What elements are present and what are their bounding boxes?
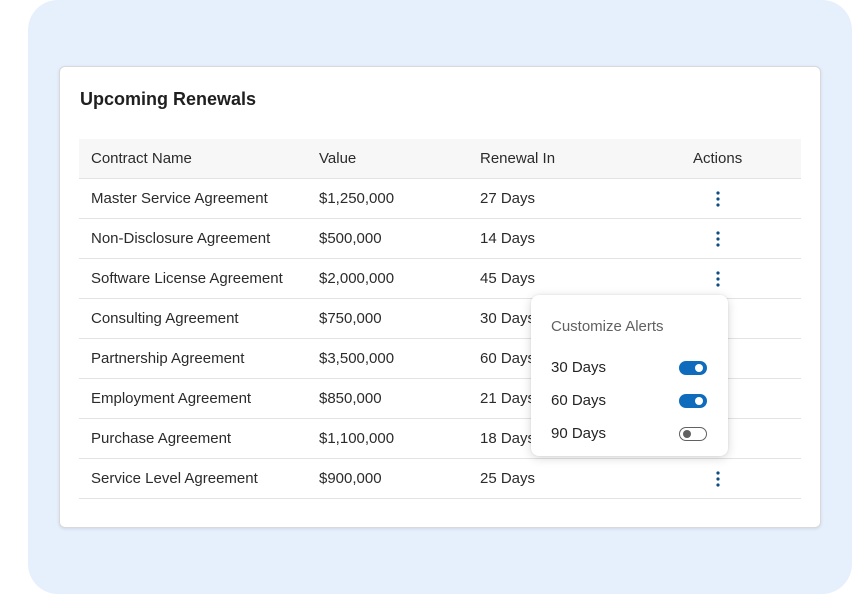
table-row: Software License Agreement $2,000,000 45 D…: [79, 259, 801, 299]
more-vertical-icon: [716, 190, 720, 207]
contract-name-cell: Purchase Agreement: [91, 430, 232, 447]
more-actions-button[interactable]: [706, 219, 730, 258]
more-actions-button[interactable]: [706, 179, 730, 218]
renewal-in-cell: 27 Days: [480, 190, 536, 207]
alert-toggle-30-days[interactable]: [679, 361, 707, 375]
renewal-in-cell: 14 Days: [480, 230, 536, 247]
contract-name-cell: Software License Agreement: [91, 270, 283, 287]
renewal-in-cell: 21 Days: [480, 390, 536, 407]
toggle-knob: [695, 397, 703, 405]
popover-title: Customize Alerts: [551, 318, 664, 335]
contract-name-cell: Service Level Agreement: [91, 470, 258, 487]
alert-option-label: 90 Days: [551, 425, 607, 442]
contract-value-cell: $900,000: [319, 470, 382, 487]
contract-name-cell: Non-Disclosure Agreement: [91, 230, 271, 247]
alert-option-30-days: 30 Days: [551, 357, 709, 379]
contract-name-cell: Master Service Agreement: [91, 190, 268, 207]
contract-value-cell: $1,100,000: [319, 430, 395, 447]
table-row: Master Service Agreement $1,250,000 27 Day…: [79, 179, 801, 219]
column-header-renewal-in: Renewal In: [480, 150, 556, 167]
alert-option-label: 30 Days: [551, 359, 607, 376]
customize-alerts-popover: Customize Alerts 30 Days 60 Days 90 Days: [531, 295, 728, 456]
contract-name-cell: Employment Agreement: [91, 390, 252, 407]
more-vertical-icon: [716, 470, 720, 487]
alert-toggle-90-days[interactable]: [679, 427, 707, 441]
table-row: Service Level Agreement $900,000 25 Days: [79, 459, 801, 499]
table-header: Contract Name Value Renewal In Actions: [79, 139, 801, 179]
column-header-value: Value: [319, 150, 357, 167]
renewal-in-cell: 45 Days: [480, 270, 536, 287]
card-title: Upcoming Renewals: [80, 89, 257, 109]
contract-value-cell: $3,500,000: [319, 350, 395, 367]
column-header-contract-name: Contract Name: [91, 150, 192, 167]
alert-option-60-days: 60 Days: [551, 390, 709, 412]
contract-value-cell: $1,250,000: [319, 190, 395, 207]
renewal-in-cell: 18 Days: [480, 430, 536, 447]
more-actions-button[interactable]: [706, 259, 730, 298]
renewal-in-cell: 60 Days: [480, 350, 536, 367]
table-row: Non-Disclosure Agreement $500,000 14 Days: [79, 219, 801, 259]
renewal-in-cell: 30 Days: [480, 310, 536, 327]
contract-name-cell: Consulting Agreement: [91, 310, 239, 327]
alert-option-label: 60 Days: [551, 392, 607, 409]
contract-value-cell: $850,000: [319, 390, 382, 407]
more-vertical-icon: [716, 270, 720, 287]
alert-toggle-60-days[interactable]: [679, 394, 707, 408]
contract-value-cell: $2,000,000: [319, 270, 395, 287]
toggle-knob: [695, 364, 703, 372]
more-actions-button[interactable]: [706, 459, 730, 498]
toggle-knob: [683, 430, 691, 438]
contract-value-cell: $500,000: [319, 230, 382, 247]
more-vertical-icon: [716, 230, 720, 247]
renewal-in-cell: 25 Days: [480, 470, 536, 487]
column-header-actions: Actions: [693, 150, 743, 167]
contract-value-cell: $750,000: [319, 310, 382, 327]
contract-name-cell: Partnership Agreement: [91, 350, 245, 367]
alert-option-90-days: 90 Days: [551, 423, 709, 445]
